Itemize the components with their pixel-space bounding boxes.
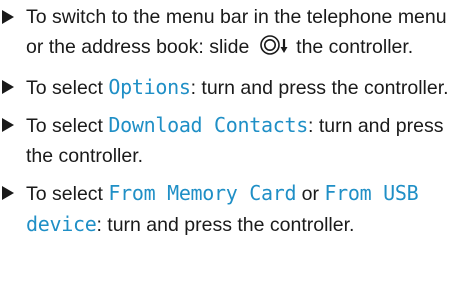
step-text: or xyxy=(301,183,319,205)
menu-term-download-contacts: Download Contacts xyxy=(108,113,308,137)
right-triangle-bullet-icon xyxy=(2,118,14,132)
right-triangle-bullet-icon xyxy=(2,186,14,200)
step-text: To select xyxy=(26,77,103,99)
step-text: : turn and press the controller. xyxy=(190,77,449,99)
step-text: To select xyxy=(26,183,103,205)
step-select-download-contacts: To select Download Contacts: turn and pr… xyxy=(0,110,460,171)
right-triangle-bullet-icon xyxy=(2,80,14,94)
instruction-steps: To switch to the menu bar in the telepho… xyxy=(0,2,460,247)
step-select-options: To select Options: turn and press the co… xyxy=(0,72,460,103)
step-text: : turn and press the controller. xyxy=(96,214,355,236)
step-text: To select xyxy=(26,115,103,137)
step-text: the controller. xyxy=(296,36,414,58)
right-triangle-bullet-icon xyxy=(2,10,14,24)
step-switch-to-menu-bar: To switch to the menu bar in the telepho… xyxy=(0,2,460,65)
menu-term-from-memory-card: From Memory Card xyxy=(108,181,297,205)
controller-slide-down-icon xyxy=(259,34,289,65)
menu-term-options: Options xyxy=(108,75,191,99)
step-select-source: To select From Memory Card or From USB d… xyxy=(0,178,460,240)
